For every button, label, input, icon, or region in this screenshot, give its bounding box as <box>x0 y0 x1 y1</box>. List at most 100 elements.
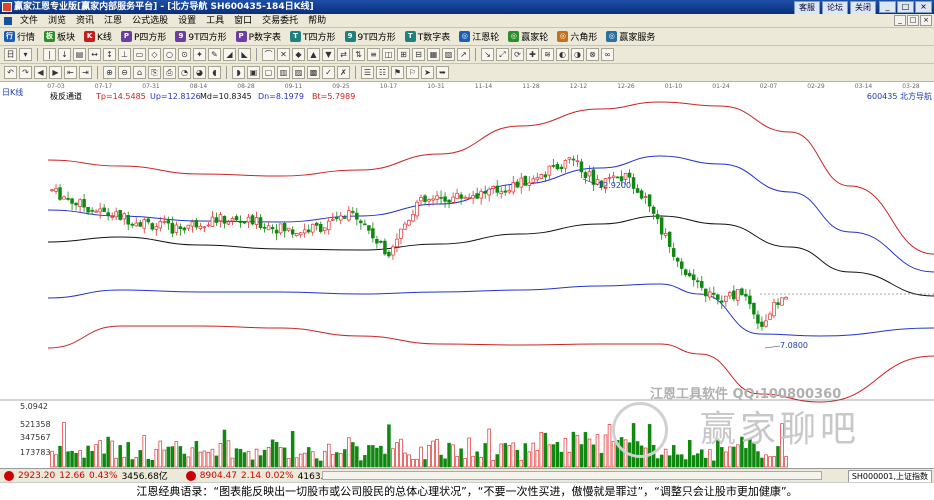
toolbar-button-7[interactable]: 9 9T四方形 <box>344 30 396 43</box>
drawing-tool-icon[interactable]: ↓ <box>58 48 71 61</box>
analysis-tool-icon[interactable]: ▨ <box>292 66 305 79</box>
drawing-tool-icon[interactable]: ◐ <box>556 48 569 61</box>
analysis-tool-icon[interactable]: ▩ <box>307 66 320 79</box>
toolbar-button-5[interactable]: P P数字表 <box>235 30 281 43</box>
drawing-tool-icon[interactable]: ○ <box>163 48 176 61</box>
drawing-tool-icon[interactable]: ↘ <box>481 48 494 61</box>
analysis-tool-icon[interactable]: ✓ <box>322 66 335 79</box>
analysis-tool-icon[interactable]: ⌂ <box>133 66 146 79</box>
toolbar-button-3[interactable]: P P四方形 <box>120 30 166 43</box>
analysis-tool-icon[interactable]: ⇤ <box>64 66 77 79</box>
maximize-button[interactable]: □ <box>897 1 914 13</box>
drawing-tool-icon[interactable]: ⊗ <box>586 48 599 61</box>
analysis-tool-icon[interactable]: ➥ <box>436 66 449 79</box>
sh-index-quote[interactable]: 2923.20 12.66 0.43% 3456.68亿 <box>4 469 168 482</box>
drawing-tool-icon[interactable]: ⤢ <box>496 48 509 61</box>
drawing-tool-icon[interactable]: ◑ <box>571 48 584 61</box>
drawing-tool-icon[interactable]: ✦ <box>193 48 206 61</box>
mdi-close-button[interactable]: × <box>920 15 932 26</box>
mdi-restore-button[interactable]: □ <box>907 15 919 26</box>
drawing-tool-icon[interactable]: ↔ <box>88 48 101 61</box>
analysis-tool-icon[interactable]: ▥ <box>277 66 290 79</box>
toolbar-button-1[interactable]: 板板块 <box>44 30 75 43</box>
analysis-tool-icon[interactable]: ◀ <box>34 66 47 79</box>
drawing-tool-icon[interactable]: ▾ <box>19 48 32 61</box>
drawing-tool-icon[interactable]: ▲ <box>307 48 320 61</box>
toolbar-button-2[interactable]: K K线 <box>84 30 112 43</box>
drawing-tool-icon[interactable]: ⇅ <box>352 48 365 61</box>
menu-news[interactable]: 资讯 <box>71 14 99 28</box>
drawing-tool-icon[interactable]: ↗ <box>457 48 470 61</box>
toolbar-button-12[interactable]: ◎ 赢家服务 <box>606 30 655 43</box>
drawing-tool-icon[interactable]: ⊞ <box>397 48 410 61</box>
menu-window[interactable]: 窗口 <box>229 14 257 28</box>
drawing-tool-icon[interactable]: ≋ <box>541 48 554 61</box>
analysis-tool-icon[interactable]: ⚐ <box>406 66 419 79</box>
analysis-tool-icon[interactable]: ◖ <box>208 66 221 79</box>
drawing-tool-icon[interactable]: ✕ <box>277 48 290 61</box>
analysis-tool-icon[interactable]: ⊖ <box>118 66 131 79</box>
service-link[interactable]: 客服 <box>794 1 820 15</box>
drawing-tool-icon[interactable]: ↕ <box>103 48 116 61</box>
analysis-tool-icon[interactable]: ↷ <box>19 66 32 79</box>
minimize-button[interactable]: _ <box>879 1 896 13</box>
drawing-tool-icon[interactable]: ▧ <box>442 48 455 61</box>
menu-formula[interactable]: 公式选股 <box>127 14 173 28</box>
drawing-tool-icon[interactable]: ⊥ <box>118 48 131 61</box>
drawing-tool-icon[interactable]: ◣ <box>238 48 251 61</box>
drawing-tool-icon[interactable]: ⊙ <box>178 48 191 61</box>
menu-gann[interactable]: 江恩 <box>99 14 127 28</box>
status-scrollbar[interactable] <box>322 471 822 480</box>
toolbar-button-6[interactable]: T T四方形 <box>290 30 336 43</box>
drawing-tool-icon[interactable]: ▤ <box>73 48 86 61</box>
menu-browse[interactable]: 浏览 <box>43 14 71 28</box>
analysis-tool-icon[interactable]: ◔ <box>178 66 191 79</box>
forum-link[interactable]: 论坛 <box>822 1 848 15</box>
menu-help[interactable]: 帮助 <box>303 14 331 28</box>
menu-tools[interactable]: 工具 <box>201 14 229 28</box>
analysis-tool-icon[interactable]: ✗ <box>337 66 350 79</box>
analysis-tool-icon[interactable]: ↶ <box>4 66 17 79</box>
analysis-tool-icon[interactable]: ⚑ <box>391 66 404 79</box>
drawing-tool-icon[interactable]: 日 <box>4 48 17 61</box>
menu-trade[interactable]: 交易委托 <box>257 14 303 28</box>
analysis-tool-icon[interactable]: ▣ <box>247 66 260 79</box>
drawing-tool-icon[interactable]: ▼ <box>322 48 335 61</box>
drawing-tool-icon[interactable]: ▦ <box>427 48 440 61</box>
analysis-tool-icon[interactable]: ☷ <box>376 66 389 79</box>
drawing-tool-icon[interactable]: ⌒ <box>262 48 275 61</box>
drawing-tool-icon[interactable]: ◇ <box>148 48 161 61</box>
toolbar-button-9[interactable]: ◎ 江恩轮 <box>459 30 499 43</box>
toolbar-button-8[interactable]: T T数字表 <box>404 30 450 43</box>
menu-settings[interactable]: 设置 <box>173 14 201 28</box>
drawing-tool-icon[interactable]: ◢ <box>223 48 236 61</box>
toolbar-button-10[interactable]: ◎ 赢家轮 <box>508 30 548 43</box>
drawing-tool-icon[interactable]: ✚ <box>526 48 539 61</box>
analysis-tool-icon[interactable]: ⎙ <box>163 66 176 79</box>
close-button[interactable]: × <box>915 1 932 13</box>
analysis-tool-icon[interactable]: ☰ <box>361 66 374 79</box>
drawing-tool-icon[interactable]: ≡ <box>367 48 380 61</box>
drawing-tool-icon[interactable]: ◫ <box>382 48 395 61</box>
drawing-tool-icon[interactable]: ⟳ <box>511 48 524 61</box>
analysis-tool-icon[interactable]: ▢ <box>262 66 275 79</box>
drawing-tool-icon[interactable]: | <box>43 48 56 61</box>
drawing-tool-icon[interactable]: ⇄ <box>337 48 350 61</box>
analysis-tool-icon[interactable]: ▶ <box>49 66 62 79</box>
drawing-tool-icon[interactable]: ⊟ <box>412 48 425 61</box>
analysis-tool-icon[interactable]: ➤ <box>421 66 434 79</box>
drawing-tool-icon[interactable]: ◆ <box>292 48 305 61</box>
menu-file[interactable]: 文件 <box>15 14 43 28</box>
toolbar-button-0[interactable]: 行行情 <box>4 30 35 43</box>
toolbar-button-4[interactable]: 9 9T四方形 <box>175 30 227 43</box>
analysis-tool-icon[interactable]: ◕ <box>193 66 206 79</box>
mdi-minimize-button[interactable]: _ <box>894 15 906 26</box>
toolbar-button-11[interactable]: ◎ 六角形 <box>557 30 597 43</box>
analysis-tool-icon[interactable]: ⇥ <box>79 66 92 79</box>
drawing-tool-icon[interactable]: ▭ <box>133 48 146 61</box>
analysis-tool-icon[interactable]: ⊕ <box>103 66 116 79</box>
close-link[interactable]: 关闭 <box>850 1 876 15</box>
analysis-tool-icon[interactable]: ⎘ <box>148 66 161 79</box>
analysis-tool-icon[interactable]: ◗ <box>232 66 245 79</box>
sz-index-quote[interactable]: 8904.47 2.14 0.02% 4163.42亿 <box>185 469 344 482</box>
